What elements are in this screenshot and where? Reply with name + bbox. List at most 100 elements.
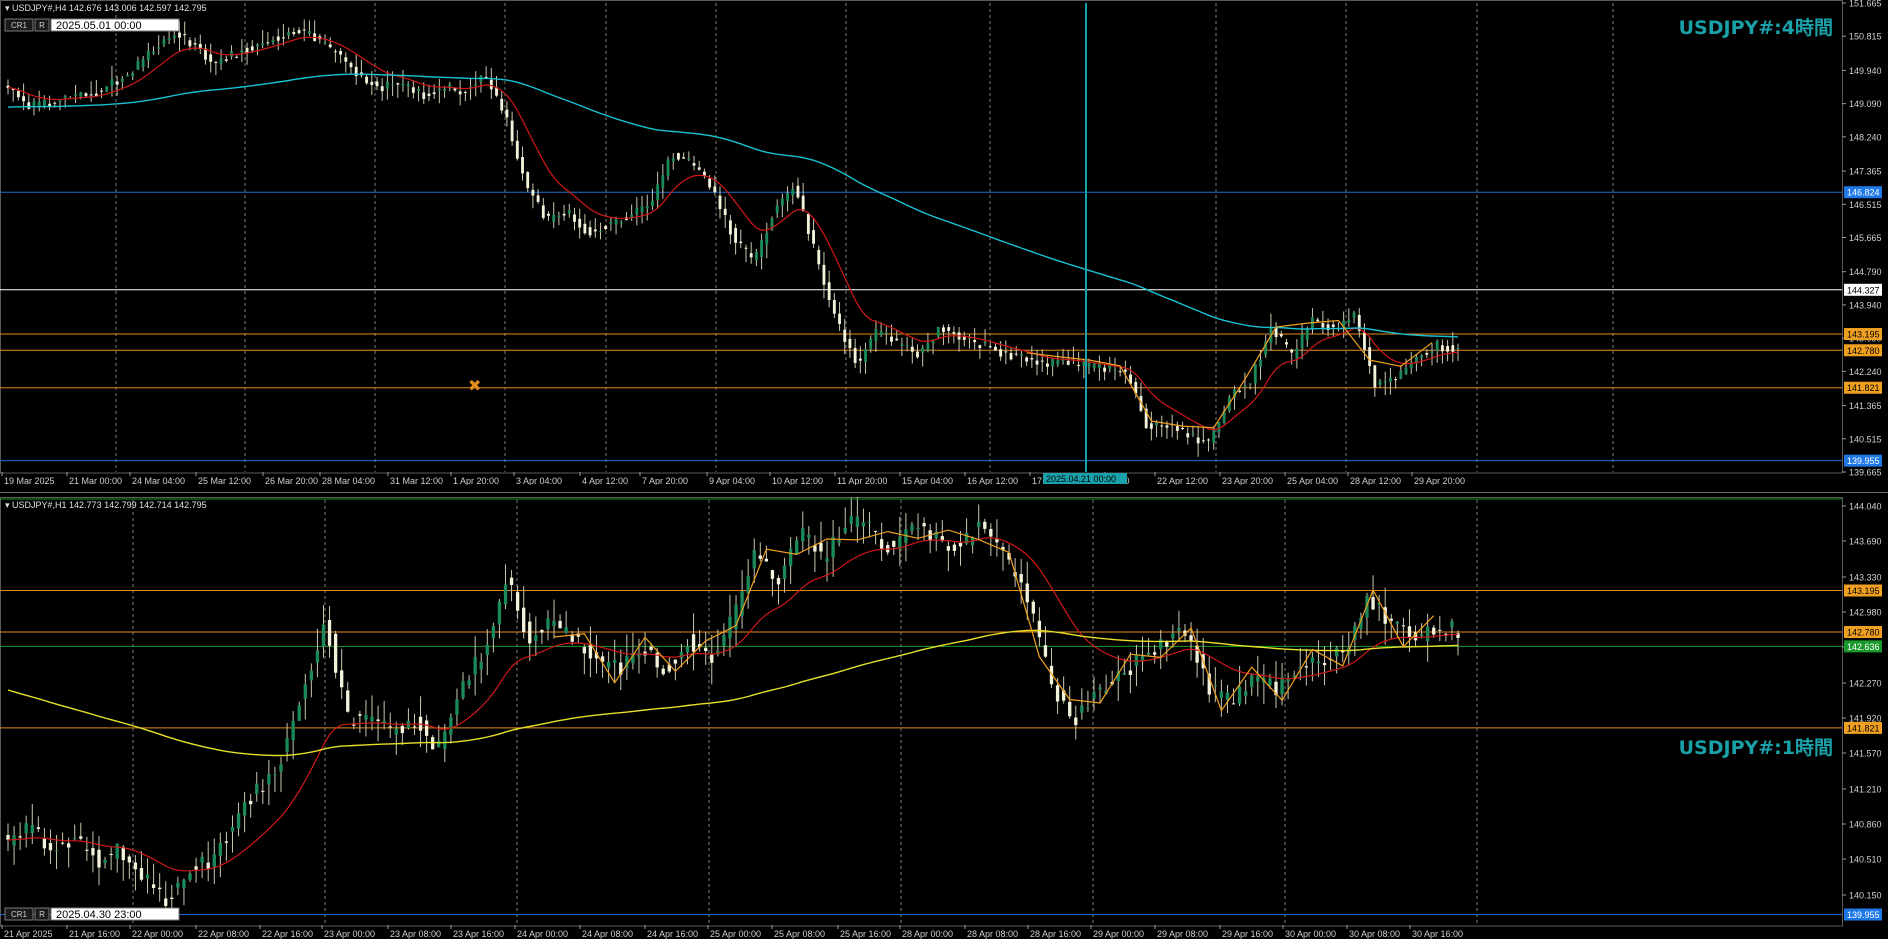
candle-body xyxy=(666,159,670,176)
candle-body xyxy=(178,32,181,38)
time-tick-label: 4 Apr 12:00 xyxy=(582,476,628,485)
candle-body xyxy=(952,332,956,334)
candle-body xyxy=(16,91,20,98)
candle-body xyxy=(261,790,265,792)
candle-body xyxy=(1231,703,1236,705)
candle-body xyxy=(209,54,213,62)
candle-body xyxy=(491,626,496,639)
price-axis: 144.040143.690143.330142.980142.630142.2… xyxy=(1842,497,1888,939)
candle-body xyxy=(578,218,582,228)
candle-body xyxy=(200,856,204,863)
candle-body xyxy=(42,838,47,849)
candle-body xyxy=(273,774,277,776)
candle-body xyxy=(224,841,229,843)
candle-body xyxy=(1146,652,1151,655)
candle-body xyxy=(656,184,660,201)
candle-body xyxy=(309,670,314,681)
candle-body xyxy=(558,620,562,629)
candle-body xyxy=(995,539,999,543)
candle-body xyxy=(879,331,883,336)
candle-body xyxy=(546,618,550,630)
candle-body xyxy=(1363,332,1366,350)
candle-body xyxy=(188,40,192,47)
candle-body xyxy=(1171,633,1175,639)
candle-body xyxy=(791,188,795,196)
h4-chart-canvas[interactable]: 151.665 150.815 149.940 149.090 148.240 147.3… xyxy=(0,0,1888,485)
candle-body xyxy=(1043,645,1048,657)
level-tag-142.780: 142.780 xyxy=(1847,346,1880,356)
candle-body xyxy=(801,528,805,542)
candle-body xyxy=(936,327,940,337)
candle-body xyxy=(1035,360,1039,365)
candle-body xyxy=(796,185,800,198)
candle-body xyxy=(1165,425,1169,428)
candle-body xyxy=(115,81,119,85)
candle-body xyxy=(105,86,109,92)
price-tick-label: 143.690 xyxy=(1849,537,1882,547)
candle-body xyxy=(474,84,478,86)
candle-body xyxy=(1238,390,1242,392)
time-tick-label: 28 Mar 04:00 xyxy=(322,476,375,485)
candle-body xyxy=(370,81,374,85)
candle-body xyxy=(303,684,307,699)
candle-body xyxy=(188,873,192,880)
candle-body xyxy=(994,346,997,351)
price-tick-label: 139.665 xyxy=(1849,468,1882,478)
candle-body xyxy=(1440,345,1444,352)
time-tick-label: 30 Apr 08:00 xyxy=(1349,929,1400,939)
candle-body xyxy=(292,31,296,35)
candle-body xyxy=(48,843,53,851)
candle-body xyxy=(661,175,665,188)
candle-body xyxy=(1280,676,1284,695)
level-tag-144.327: 144.327 xyxy=(1847,285,1880,295)
symbol-header: ▾ USDJPY#,H1 142.773 142.799 142.714 142… xyxy=(5,500,207,510)
candle-body xyxy=(422,92,426,99)
h1-chart-canvas[interactable]: 144.040143.690143.330142.980142.630142.2… xyxy=(0,497,1888,939)
ma-red-line xyxy=(7,537,1459,872)
candle-body xyxy=(837,540,841,543)
candle-body xyxy=(630,214,634,218)
candle-body xyxy=(103,860,107,864)
candle-body xyxy=(1191,433,1195,435)
candle-body xyxy=(1160,425,1164,427)
candle-body xyxy=(604,226,608,230)
level-tag-139.955: 139.955 xyxy=(1847,456,1880,466)
candle-body xyxy=(671,158,675,162)
candle-body xyxy=(1019,573,1023,583)
plot-border xyxy=(0,497,1843,927)
candle-body xyxy=(905,345,909,347)
candle-body xyxy=(245,47,249,53)
candle-body xyxy=(364,714,368,720)
candle-body xyxy=(131,73,135,77)
candle-body xyxy=(176,882,180,888)
candle-body xyxy=(133,862,138,870)
candle-body xyxy=(467,680,471,686)
candle-body xyxy=(115,843,119,859)
pane-separator[interactable] xyxy=(0,485,1888,497)
candle-body xyxy=(1186,433,1190,438)
candle-body xyxy=(1310,657,1315,663)
candle-body xyxy=(1304,666,1308,668)
candle-body xyxy=(22,96,26,102)
time-tick-label: 22 Apr 12:00 xyxy=(1157,476,1208,485)
candle-body xyxy=(1092,692,1096,699)
candle-body xyxy=(503,584,508,605)
candle-body xyxy=(567,210,571,214)
candle-body xyxy=(1430,351,1434,354)
candle-body xyxy=(256,44,259,47)
candle-body xyxy=(1098,687,1102,690)
candle-body xyxy=(509,577,514,585)
candle-body xyxy=(541,205,545,218)
candle-body xyxy=(874,329,878,342)
candle-body xyxy=(1189,635,1193,641)
price-tick-label: 142.980 xyxy=(1849,608,1882,618)
h1-chart-pane[interactable]: 144.040143.690143.330142.980142.630142.2… xyxy=(0,497,1888,939)
candle-body xyxy=(977,521,981,528)
candle-body xyxy=(24,823,28,834)
candle-body xyxy=(162,39,166,45)
candle-body xyxy=(1248,383,1252,385)
candle-body xyxy=(552,620,556,627)
h4-chart-pane[interactable]: 151.665 150.815 149.940 149.090 148.240 147.3… xyxy=(0,0,1888,485)
candle-body xyxy=(212,854,216,867)
candle-body xyxy=(349,62,353,68)
